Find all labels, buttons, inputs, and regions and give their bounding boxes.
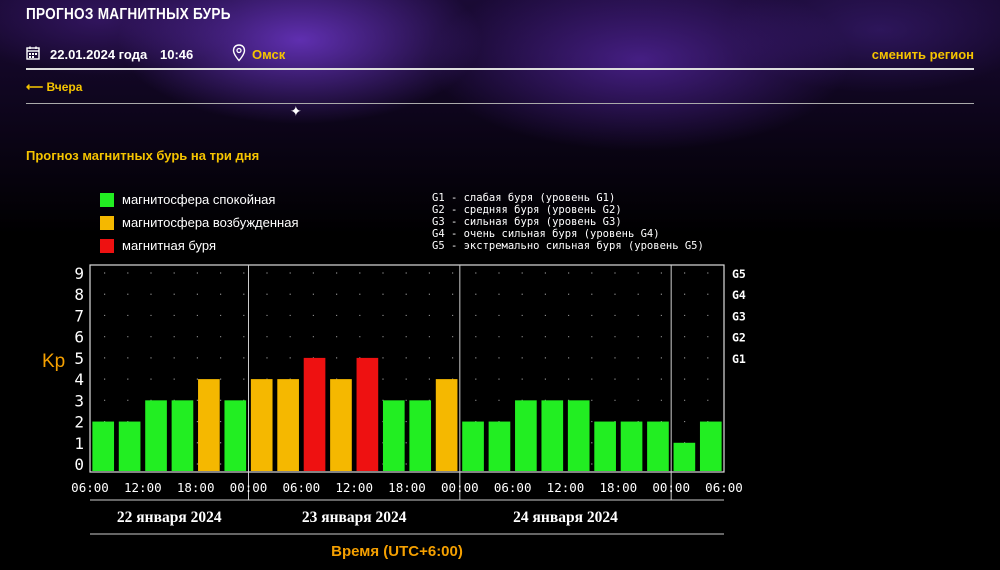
x-tick-label: 06:00 xyxy=(494,480,532,495)
x-tick-label: 00:00 xyxy=(230,480,268,495)
legend-label: магнитосфера возбужденная xyxy=(122,215,299,230)
kp-bar xyxy=(567,400,590,471)
kp-bar xyxy=(647,421,669,471)
y-tick-label: 5 xyxy=(74,349,84,368)
kp-bar xyxy=(250,379,273,471)
y-tick-label: 9 xyxy=(74,264,84,283)
legend-swatch xyxy=(100,239,114,253)
storm-level-item: G5 - экстремально сильная буря (уровень … xyxy=(432,240,704,252)
calendar-icon xyxy=(26,46,40,60)
g-level-tick-label: G3 xyxy=(732,309,746,323)
kp-bar xyxy=(145,400,167,471)
storm-level-item: G1 - слабая буря (уровень G1) xyxy=(432,192,616,204)
x-tick-label: 12:00 xyxy=(335,480,373,495)
current-date: 22.01.2024 года xyxy=(50,47,148,62)
x-tick-label: 06:00 xyxy=(283,480,321,495)
day-label: 24 января 2024 xyxy=(513,509,618,526)
g-level-tick-label: G1 xyxy=(732,352,746,366)
star-sparkle: ✦ xyxy=(290,103,302,119)
kp-bar xyxy=(330,379,352,471)
info-bar: 22.01.2024 года 10:46 Омск сменить регио… xyxy=(26,44,974,66)
x-tick-label: 18:00 xyxy=(600,480,638,495)
y-tick-label: 2 xyxy=(74,413,84,432)
g-level-tick-label: G5 xyxy=(732,267,746,281)
yesterday-link[interactable]: ⟵ Вчера xyxy=(26,80,82,94)
page: ПРОГНОЗ МАГНИТНЫХ БУРЬ 22.01.2024 года 1… xyxy=(0,0,1000,570)
location-pin-icon xyxy=(232,44,246,62)
legend-swatch xyxy=(100,193,114,207)
storm-level-item: G3 - сильная буря (уровень G3) xyxy=(432,216,622,228)
kp-bar xyxy=(303,357,326,471)
kp-bar xyxy=(277,379,299,471)
x-axis-title: Время (UTC+6:00) xyxy=(331,543,463,560)
change-region-link[interactable]: сменить регион xyxy=(872,47,974,62)
kp-bar xyxy=(171,400,194,471)
kp-bar xyxy=(356,357,379,471)
kp-bar xyxy=(92,421,115,471)
y-tick-label: 0 xyxy=(74,455,84,474)
x-tick-label: 06:00 xyxy=(71,480,109,495)
storm-level-legend: G1 - слабая буря (уровень G1) G2 - средн… xyxy=(432,192,704,252)
legend-label: магнитосфера спокойная xyxy=(122,192,276,207)
storm-level-item: G2 - средняя буря (уровень G2) xyxy=(432,204,622,216)
y-tick-label: 3 xyxy=(74,391,84,410)
y-tick-label: 6 xyxy=(74,328,84,347)
x-tick-label: 06:00 xyxy=(705,480,743,495)
legend-label: магнитная буря xyxy=(122,238,217,253)
y-axis-title: Kp xyxy=(42,351,65,372)
y-tick-label: 1 xyxy=(74,434,84,453)
g-level-tick-label: G4 xyxy=(732,288,746,302)
kp-bar xyxy=(382,400,405,471)
storm-level-item: G4 - очень сильная буря (уровень G4) xyxy=(432,228,660,240)
kp-bar xyxy=(462,421,484,471)
x-tick-label: 00:00 xyxy=(441,480,479,495)
kp-bar xyxy=(488,421,511,471)
x-tick-label: 18:00 xyxy=(177,480,215,495)
divider xyxy=(26,68,974,70)
legend-swatch xyxy=(100,216,114,230)
kp-forecast-chart: 0 1 2 3 4 5 6 7 8 9 G1 G2 G3 G4 G5 Kp 06:00 12:00 18:00 00:… xyxy=(42,264,746,560)
kp-bar xyxy=(198,379,220,471)
kp-bar xyxy=(594,421,616,471)
y-tick-label: 4 xyxy=(74,370,84,389)
city-link[interactable]: Омск xyxy=(252,47,285,62)
y-tick-label: 8 xyxy=(74,285,84,304)
kp-bar xyxy=(118,421,141,471)
g-level-tick-label: G2 xyxy=(732,331,746,345)
kp-bar xyxy=(541,400,564,471)
current-time: 10:46 xyxy=(160,47,194,62)
kp-bar xyxy=(224,400,247,471)
kp-bar xyxy=(673,442,696,471)
day-label: 22 января 2024 xyxy=(117,509,222,526)
kp-bar xyxy=(515,400,537,471)
x-tick-label: 18:00 xyxy=(388,480,426,495)
kp-bar xyxy=(409,400,432,471)
divider xyxy=(26,103,974,104)
kp-bar xyxy=(699,421,722,471)
section-title: Прогноз магнитных бурь на три дня xyxy=(26,148,260,163)
day-label: 23 января 2024 xyxy=(302,509,407,526)
x-tick-label: 00:00 xyxy=(652,480,690,495)
kp-bar xyxy=(435,379,458,471)
kp-bar xyxy=(620,421,643,471)
x-tick-label: 12:00 xyxy=(547,480,585,495)
x-tick-label: 12:00 xyxy=(124,480,162,495)
page-title: ПРОГНОЗ МАГНИТНЫХ БУРЬ xyxy=(26,6,231,23)
y-tick-label: 7 xyxy=(74,306,84,325)
